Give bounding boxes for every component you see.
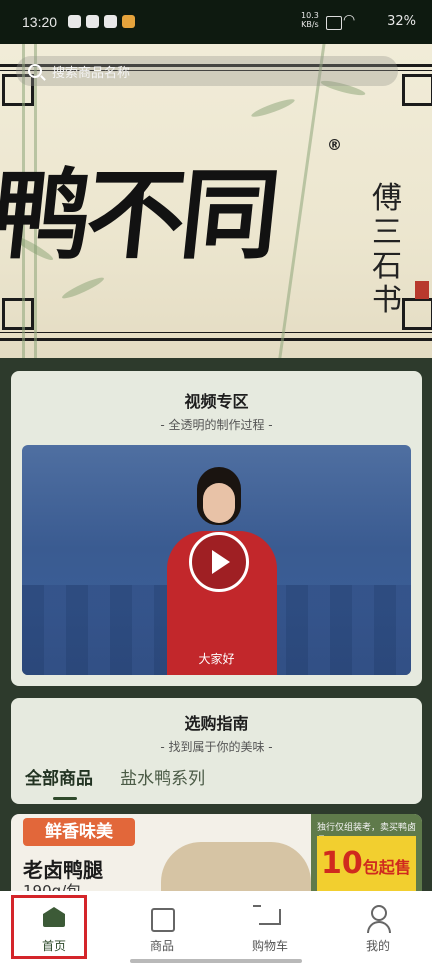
network-speed: 10.3 KB/s <box>301 11 319 29</box>
status-bar: 13:20 10.3 KB/s ◠ 32% <box>0 0 432 44</box>
selection-highlight <box>11 895 87 959</box>
wifi-icon: ◠ <box>343 12 356 28</box>
search-placeholder: 搜索商品名称 <box>52 65 131 81</box>
app-notify-icon <box>122 15 135 28</box>
guide-section-subtitle: - 找到属于你的美味 - <box>160 740 273 754</box>
video-section: 视频专区 - 全透明的制作过程 - 大家好 <box>11 371 422 686</box>
play-icon[interactable] <box>189 532 249 592</box>
product-card[interactable]: 鲜香味美 老卤鸭腿 190g/包 独行仅组装考，卖买鸭卤品 10包起售 <box>11 814 422 894</box>
tiktok-icon <box>68 15 81 28</box>
brand-logo-text: 鸭不同 <box>0 158 282 273</box>
nav-profile-label: 我的 <box>365 939 390 953</box>
bamboo-decoration <box>276 44 327 358</box>
status-time: 13:20 <box>22 14 58 30</box>
sim-icon <box>326 16 342 30</box>
promo-badge: 10包起售 <box>317 836 416 894</box>
promo-panel: 独行仅组装考，卖买鸭卤品 10包起售 <box>311 814 422 894</box>
product-tag: 鲜香味美 <box>23 818 135 846</box>
user-icon-body <box>367 921 391 933</box>
shopping-bag-icon <box>151 908 175 932</box>
guide-section: 选购指南 - 找到属于你的美味 - 全部商品 盐水鸭系列 <box>11 698 422 804</box>
nav-products[interactable]: 商品 <box>108 891 216 964</box>
tab-all-products[interactable]: 全部商品 <box>25 769 93 789</box>
nav-profile[interactable]: 我的 <box>324 891 432 964</box>
video-player[interactable]: 大家好 <box>22 445 411 675</box>
frame-corner <box>402 74 432 106</box>
search-icon <box>28 64 42 78</box>
guide-section-title: 选购指南 <box>184 714 249 733</box>
frame-corner <box>402 298 432 330</box>
promo-text: 包起售 <box>362 858 411 877</box>
frame-line <box>0 338 432 341</box>
cart-icon <box>253 905 281 925</box>
bamboo-leaf <box>250 96 296 120</box>
brand-banner[interactable]: 鸭不同 ® 傅三石书 <box>0 44 432 358</box>
video-section-subtitle: - 全透明的制作过程 - <box>160 418 273 432</box>
video-caption: 大家好 <box>198 652 235 666</box>
nav-products-label: 商品 <box>149 939 174 953</box>
tab-salted-duck[interactable]: 盐水鸭系列 <box>120 769 205 789</box>
product-image <box>161 842 311 894</box>
presenter-face <box>203 483 235 523</box>
active-tab-indicator <box>53 797 77 800</box>
frame-line <box>0 332 432 333</box>
app-icon <box>86 15 99 28</box>
notification-icon <box>104 15 117 28</box>
red-seal <box>415 281 429 299</box>
registered-mark: ® <box>327 136 342 154</box>
promo-number: 10 <box>321 846 363 881</box>
gesture-bar <box>130 959 302 963</box>
frame-corner <box>2 298 34 330</box>
nav-cart-label: 购物车 <box>251 939 288 953</box>
video-section-title: 视频专区 <box>184 392 249 411</box>
battery-level: 32% <box>387 14 416 29</box>
bamboo-leaf <box>60 274 106 302</box>
product-name: 老卤鸭腿 <box>23 858 103 882</box>
nav-cart[interactable]: 购物车 <box>216 891 324 964</box>
category-tabs: 全部商品 盐水鸭系列 <box>25 764 227 789</box>
calligraphy-signature: 傅三石书 <box>372 181 402 318</box>
search-input[interactable]: 搜索商品名称 <box>16 56 398 86</box>
user-icon <box>371 905 387 921</box>
